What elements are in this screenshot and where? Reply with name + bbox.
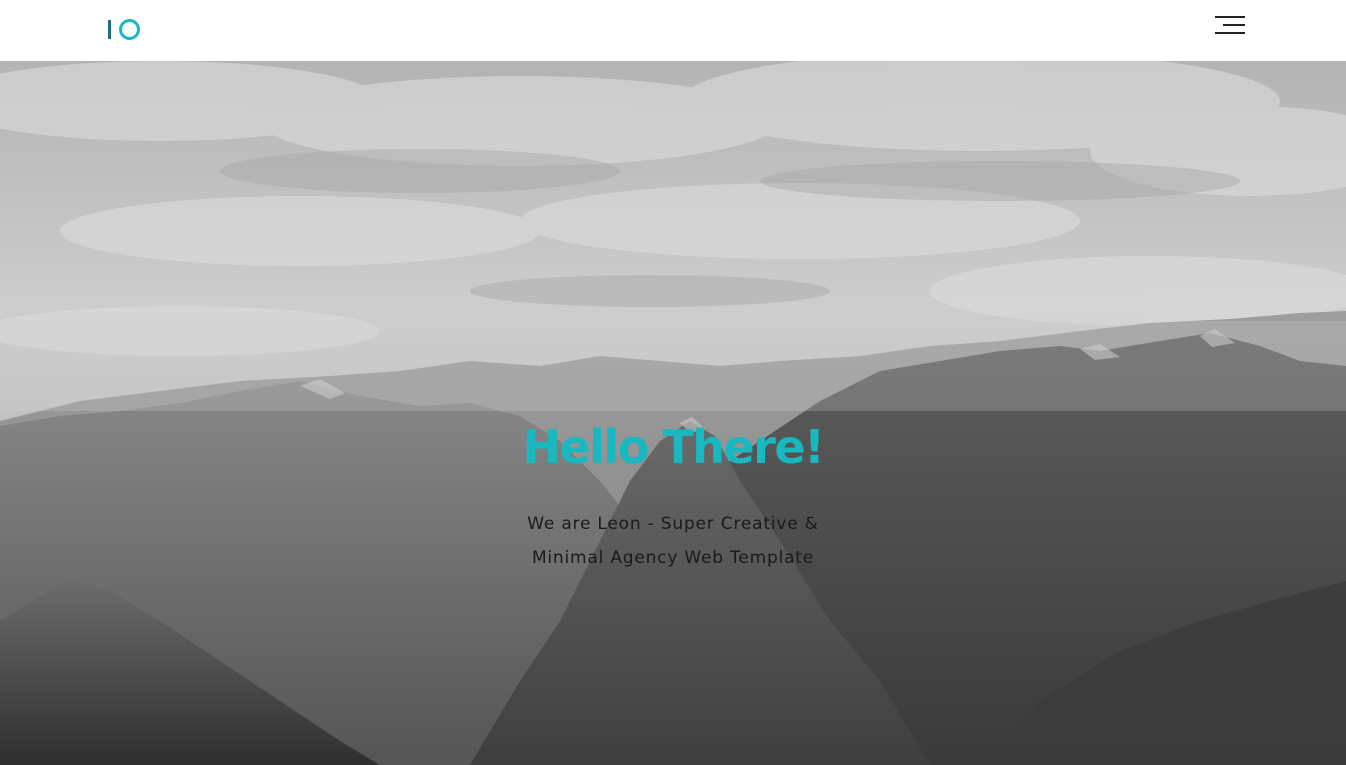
hero-subtitle: We are Leon - Super Creative & Minimal A… (527, 514, 819, 568)
logo-ring-mark (119, 19, 140, 40)
menu-line-top (1215, 16, 1245, 19)
hero-background-image (0, 61, 1346, 765)
menu-line-bottom (1215, 32, 1245, 35)
top-navbar (0, 0, 1346, 61)
logo-bar-mark (108, 20, 111, 39)
hero-section: Hello There! We are Leon - Super Creativ… (0, 61, 1346, 765)
site-logo[interactable] (107, 18, 143, 42)
hero-title: Hello There! (522, 420, 825, 474)
hamburger-menu-icon[interactable] (1212, 13, 1248, 41)
menu-line-middle (1223, 24, 1245, 27)
